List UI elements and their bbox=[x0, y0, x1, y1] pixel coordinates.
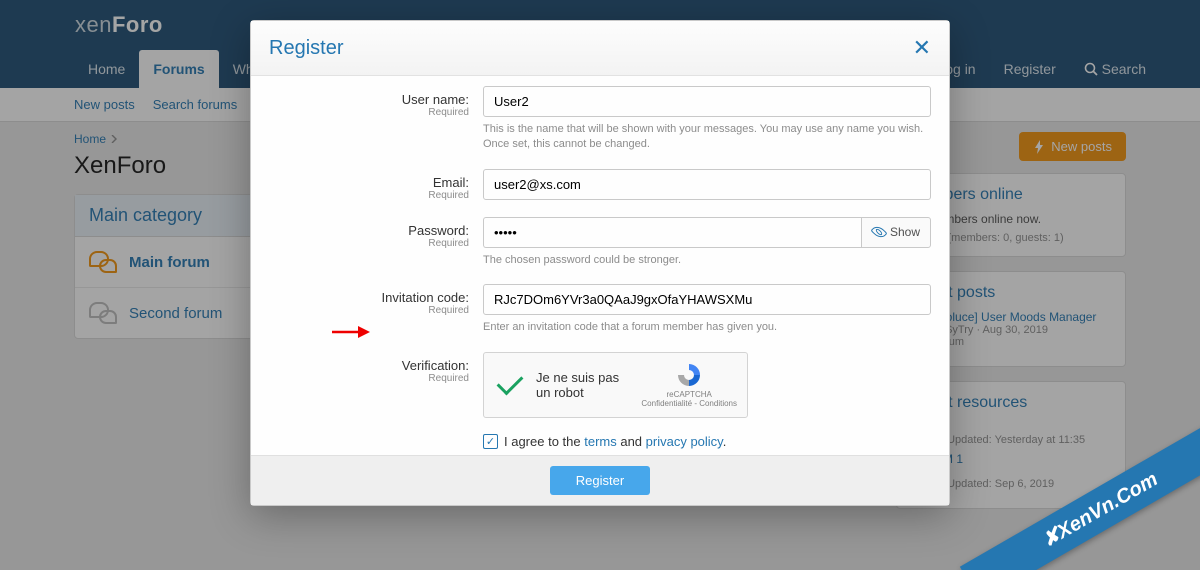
captcha-text: Je ne suis pas un robot bbox=[536, 370, 631, 400]
modal-footer: Register bbox=[251, 455, 949, 505]
agree-row: ✓ I agree to the terms and privacy polic… bbox=[483, 434, 931, 449]
password-label: Password: bbox=[408, 223, 469, 238]
required-text: Required bbox=[269, 238, 469, 249]
username-input[interactable] bbox=[483, 86, 931, 117]
password-hint: The chosen password could be stronger. bbox=[483, 253, 931, 268]
eye-icon bbox=[870, 224, 887, 241]
required-text: Required bbox=[269, 373, 469, 384]
close-icon[interactable]: ✕ bbox=[913, 35, 931, 61]
verification-label: Verification: bbox=[402, 358, 469, 373]
username-label: User name: bbox=[402, 92, 469, 107]
required-text: Required bbox=[269, 107, 469, 118]
password-input[interactable] bbox=[483, 217, 861, 248]
register-modal: Register ✕ User name: Required This is t… bbox=[250, 20, 950, 506]
recaptcha-badge: reCAPTCHA Confidentialité - Conditions bbox=[641, 362, 737, 408]
check-icon bbox=[497, 368, 524, 395]
recaptcha-widget[interactable]: Je ne suis pas un robot reCAPTCHA Confid… bbox=[483, 352, 748, 418]
required-text: Required bbox=[269, 305, 469, 316]
invitation-label: Invitation code: bbox=[382, 290, 469, 305]
field-username: User name: Required This is the name tha… bbox=[251, 76, 949, 159]
agree-checkbox[interactable]: ✓ bbox=[483, 434, 498, 449]
username-hint: This is the name that will be shown with… bbox=[483, 122, 931, 153]
field-password: Password: Required Show The chosen passw… bbox=[251, 207, 949, 274]
invitation-code-input[interactable] bbox=[483, 284, 931, 315]
modal-title: Register bbox=[269, 37, 343, 60]
page-root: xenForo Home Forums What's new Log in Re… bbox=[0, 0, 1200, 570]
field-agree: ✓ I agree to the terms and privacy polic… bbox=[251, 424, 949, 455]
register-button[interactable]: Register bbox=[550, 466, 650, 495]
required-text: Required bbox=[269, 190, 469, 201]
privacy-link[interactable]: privacy policy bbox=[646, 434, 723, 449]
highlight-arrow bbox=[332, 325, 370, 339]
modal-body: User name: Required This is the name tha… bbox=[251, 76, 949, 455]
email-input[interactable] bbox=[483, 169, 931, 200]
invitation-hint: Enter an invitation code that a forum me… bbox=[483, 320, 931, 335]
modal-header: Register ✕ bbox=[251, 21, 949, 76]
email-label: Email: bbox=[433, 175, 469, 190]
modal-overlay: Register ✕ User name: Required This is t… bbox=[0, 0, 1200, 570]
field-email: Email: Required bbox=[251, 159, 949, 207]
field-verification: Verification: Required Je ne suis pas un… bbox=[251, 342, 949, 424]
agree-text: I agree to the bbox=[504, 434, 584, 449]
terms-link[interactable]: terms bbox=[584, 434, 617, 449]
show-password-button[interactable]: Show bbox=[861, 217, 931, 248]
